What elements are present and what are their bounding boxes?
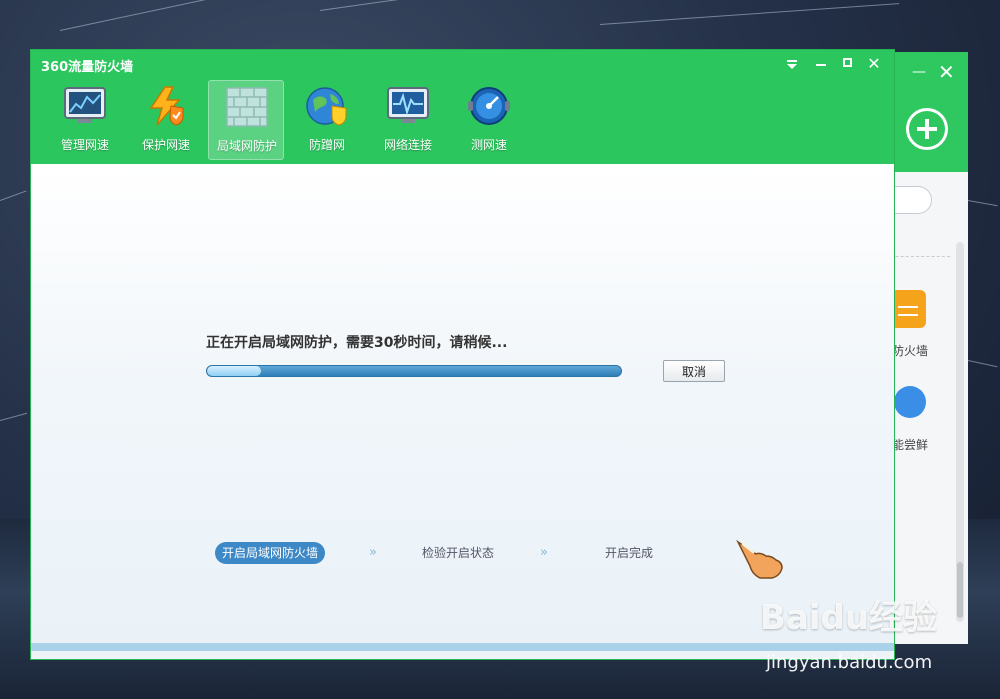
star-trail <box>967 200 998 207</box>
watermark-url: jingyan.baidu.com <box>766 652 933 673</box>
tab-label: 保护网速 <box>141 138 190 152</box>
tab-label: 测网速 <box>470 138 507 152</box>
tab-label: 防蹭网 <box>308 138 345 152</box>
close-button[interactable]: ✕ <box>865 54 883 73</box>
step-enable-lan-firewall: 开启局域网防火墙 <box>215 542 326 564</box>
tab-label: 网络连接 <box>383 138 432 152</box>
minimize-icon[interactable]: — <box>912 64 926 80</box>
progress-bar <box>206 365 622 377</box>
title-bar: 360流量防火墙 ✕ 管理网速 保护网速 局域网防护 防蹭网 网络连接 测网速 <box>31 50 894 164</box>
feature-app-icon[interactable] <box>894 386 926 418</box>
maximize-icon <box>842 58 852 67</box>
brick-wall-icon <box>226 87 268 127</box>
tab-label: 管理网速 <box>60 138 109 152</box>
tab-manage-speed[interactable]: 管理网速 <box>47 80 123 160</box>
step-complete: 开启完成 <box>605 546 654 560</box>
window-title: 360流量防火墙 <box>41 60 134 75</box>
minimize-icon <box>816 64 826 66</box>
star-trail <box>319 0 697 11</box>
double-chevron-right-icon: » <box>369 545 377 560</box>
lightning-shield-icon <box>149 86 184 126</box>
tab-anti-leech[interactable]: 防蹭网 <box>289 80 365 160</box>
tab-speed-test[interactable]: 测网速 <box>451 80 527 160</box>
status-text: 正在开启局域网防护，需要30秒时间，请稍候... <box>206 335 508 351</box>
maximize-button[interactable] <box>838 54 856 67</box>
menu-button[interactable] <box>783 54 801 69</box>
close-icon[interactable]: ✕ <box>938 60 955 84</box>
scrollbar[interactable] <box>956 242 964 622</box>
star-trail <box>59 0 354 31</box>
star-trail <box>599 3 900 25</box>
network-monitor-icon <box>387 87 429 123</box>
monitor-chart-icon <box>64 87 106 123</box>
step-verify-status: 检验开启状态 <box>422 546 495 560</box>
star-trail <box>0 190 27 201</box>
pointing-hand-icon <box>736 539 783 579</box>
add-circle-icon[interactable] <box>906 108 948 150</box>
chevron-down-icon <box>787 64 797 69</box>
close-icon: ✕ <box>867 54 881 73</box>
bottom-bar <box>31 643 894 651</box>
tab-label: 局域网防护 <box>216 139 277 153</box>
tab-protect-speed[interactable]: 保护网速 <box>128 80 204 160</box>
star-trail <box>967 360 998 368</box>
menu-icon <box>787 60 797 62</box>
globe-shield-icon <box>306 87 347 126</box>
speedometer-icon <box>468 87 510 125</box>
tab-network-connections[interactable]: 网络连接 <box>370 80 446 160</box>
progress-fill <box>207 366 261 376</box>
cancel-button[interactable]: 取消 <box>663 360 725 382</box>
star-trail <box>0 412 28 421</box>
firewall-app-icon[interactable] <box>890 290 926 328</box>
baidu-watermark: Baidu经验 <box>760 598 938 638</box>
tab-lan-protection[interactable]: 局域网防护 <box>208 80 284 160</box>
double-chevron-right-icon: » <box>540 545 548 560</box>
minimize-button[interactable] <box>812 54 830 66</box>
